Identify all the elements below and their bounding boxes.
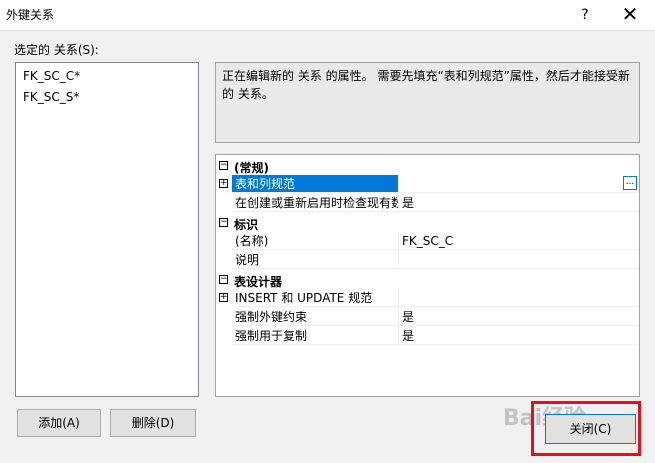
close-window-icon[interactable]: ✕ <box>612 0 648 30</box>
property-value[interactable] <box>398 251 639 269</box>
property-name[interactable]: 说明 <box>232 251 398 269</box>
ellipsis-button[interactable]: ... <box>623 176 637 190</box>
add-button[interactable]: 添加(A) <box>17 409 101 437</box>
category-label: 标识 <box>234 218 259 232</box>
property-value[interactable]: 是 <box>398 194 639 212</box>
property-name[interactable]: 在创建或重新启用时检查现有数据 <box>232 194 398 212</box>
category-label: 表设计器 <box>234 275 283 289</box>
delete-button[interactable]: 删除(D) <box>110 409 196 437</box>
expand-icon[interactable]: + <box>219 293 228 302</box>
property-row-insert-update[interactable]: + INSERT 和 UPDATE 规范 <box>216 289 639 308</box>
category-label: (常规) <box>234 161 269 175</box>
property-value[interactable]: ... <box>398 175 639 193</box>
category-identity[interactable]: − 标识 <box>216 214 639 233</box>
list-item[interactable]: FK_SC_S* <box>23 90 79 104</box>
property-value[interactable] <box>398 289 639 307</box>
property-grid: − (常规) + 表和列规范 ... 在创建或重新启用时检查现有数据 是 − 标… <box>215 154 640 397</box>
property-row-enforce-replication[interactable]: 强制用于复制 是 <box>216 327 639 346</box>
expand-icon[interactable]: + <box>219 179 228 188</box>
window-title: 外键关系 <box>6 8 55 22</box>
description-panel: 正在编辑新的 关系 的属性。 需要先填充“表和列规范”属性，然后才能接受新的 关… <box>215 62 640 143</box>
category-general[interactable]: − (常规) <box>216 157 639 176</box>
property-value[interactable]: 是 <box>398 327 639 345</box>
property-row-check-existing[interactable]: 在创建或重新启用时检查现有数据 是 <box>216 194 639 213</box>
property-value[interactable]: FK_SC_C <box>398 232 639 250</box>
title-bar: 外键关系 ? ✕ <box>0 0 655 31</box>
relationships-label: 选定的 关系(S): <box>14 43 99 57</box>
property-row-enforce-fk[interactable]: 强制外键约束 是 <box>216 308 639 327</box>
category-table-designer[interactable]: − 表设计器 <box>216 271 639 290</box>
help-button[interactable]: ? <box>570 0 600 30</box>
property-value[interactable]: 是 <box>398 308 639 326</box>
property-row-name[interactable]: (名称) FK_SC_C <box>216 232 639 251</box>
property-name[interactable]: 强制外键约束 <box>232 308 398 326</box>
list-item[interactable]: FK_SC_C* <box>23 69 80 83</box>
property-name[interactable]: 表和列规范 <box>232 175 398 193</box>
highlight-frame <box>531 401 641 456</box>
collapse-icon[interactable]: − <box>219 218 228 227</box>
property-name[interactable]: INSERT 和 UPDATE 规范 <box>232 289 398 307</box>
property-row-table-col-spec[interactable]: + 表和列规范 ... <box>216 175 639 194</box>
property-name[interactable]: 强制用于复制 <box>232 327 398 345</box>
property-row-description[interactable]: 说明 <box>216 251 639 270</box>
property-name[interactable]: (名称) <box>232 232 398 250</box>
collapse-icon[interactable]: − <box>219 161 228 170</box>
collapse-icon[interactable]: − <box>219 275 228 284</box>
relationships-list[interactable]: FK_SC_C* FK_SC_S* <box>15 62 199 397</box>
